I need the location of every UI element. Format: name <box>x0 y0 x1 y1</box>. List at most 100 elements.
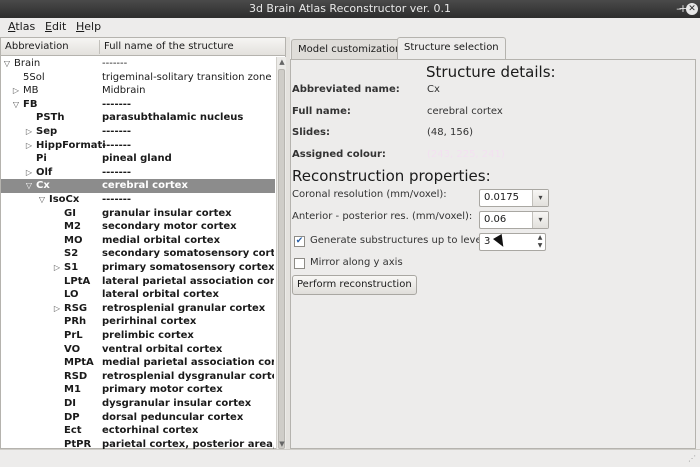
tree-row[interactable]: ▽ Cx cerebral cortex <box>1 179 275 193</box>
tab-model-customization[interactable]: Model customization <box>291 39 409 59</box>
tree-row[interactable]: ▽ IsoCx ------- <box>1 193 275 207</box>
collapsed-arrow-icon[interactable]: ▷ <box>53 261 61 275</box>
assigned-colour-value: (243, 225, 241) <box>427 149 505 160</box>
spin-down-icon[interactable]: ▼ <box>535 242 545 250</box>
tree-row-abbreviation: MO <box>64 234 83 246</box>
tree-row[interactable]: MPtA medial parietal association cortex <box>1 356 275 370</box>
tree-row-full-name: pineal gland <box>102 153 172 165</box>
tree-row-full-name: lateral orbital cortex <box>102 289 219 301</box>
tree-row-full-name: ventral orbital cortex <box>102 343 223 355</box>
tree-row-abbreviation: RSD <box>64 370 88 382</box>
tree-row-abbreviation: DP <box>64 411 80 423</box>
structure-tree[interactable]: Abbreviation Full name of the structure … <box>0 37 286 449</box>
tree-row-abbreviation: S2 <box>64 248 79 260</box>
collapsed-arrow-icon[interactable]: ▷ <box>12 84 20 98</box>
chevron-down-icon[interactable]: ▾ <box>532 190 548 206</box>
scroll-thumb[interactable] <box>278 69 285 449</box>
assigned-colour-label: Assigned colour: <box>292 149 386 160</box>
tree-row-abbreviation: PtPR <box>64 438 92 449</box>
tree-row[interactable]: MO medial orbital cortex <box>1 234 275 248</box>
expanded-arrow-icon[interactable]: ▽ <box>3 57 11 71</box>
tree-row[interactable]: DI dysgranular insular cortex <box>1 397 275 411</box>
tree-row[interactable]: PrL prelimbic cortex <box>1 329 275 343</box>
tree-row-full-name: Midbrain <box>102 85 146 97</box>
tree-row[interactable]: ▷ HippFormati ------- <box>1 139 275 153</box>
tree-row-abbreviation: MPtA <box>64 357 94 369</box>
tree-row-abbreviation: FB <box>23 98 38 110</box>
collapsed-arrow-icon[interactable]: ▷ <box>25 125 33 139</box>
tree-row-full-name: ------- <box>102 166 132 178</box>
tree-row[interactable]: PRh perirhinal cortex <box>1 315 275 329</box>
tree-row-full-name: ------- <box>102 194 132 205</box>
menu-help[interactable]: Help <box>74 18 103 36</box>
tree-row[interactable]: S2 secondary somatosensory cortex <box>1 247 275 261</box>
tree-row[interactable]: PSTh parasubthalamic nucleus <box>1 111 275 125</box>
tree-row[interactable]: GI granular insular cortex <box>1 207 275 221</box>
perform-reconstruction-button[interactable]: Perform reconstruction <box>292 275 417 295</box>
expanded-arrow-icon[interactable]: ▽ <box>38 193 46 207</box>
status-bar <box>0 449 700 467</box>
tab-structure-selection[interactable]: Structure selection <box>397 37 506 59</box>
tree-row[interactable]: ▷ S1 primary somatosensory cortex <box>1 261 275 275</box>
tree-header: Abbreviation Full name of the structure <box>1 38 285 56</box>
anterior-posterior-combo[interactable]: 0.06 ▾ <box>479 211 549 229</box>
spin-up-icon[interactable]: ▲ <box>535 234 545 242</box>
collapsed-arrow-icon[interactable]: ▷ <box>25 139 33 153</box>
tree-row[interactable]: VO ventral orbital cortex <box>1 343 275 357</box>
tree-row[interactable]: Ect ectorhinal cortex <box>1 424 275 438</box>
tree-row[interactable]: DP dorsal peduncular cortex <box>1 411 275 425</box>
tree-row[interactable]: RSD retrosplenial dysgranular cortex <box>1 370 275 384</box>
coronal-resolution-combo[interactable]: 0.0175 ▾ <box>479 189 549 207</box>
expanded-arrow-icon[interactable]: ▽ <box>25 179 33 193</box>
tree-row[interactable]: ▷ RSG retrosplenial granular cortex <box>1 302 275 316</box>
tree-body: ▽ Brain ------- 5Sol trigeminal-solitary tra… <box>1 57 275 449</box>
column-divider[interactable] <box>99 40 100 54</box>
tree-row-abbreviation: Brain <box>14 58 41 69</box>
tree-row-full-name: retrosplenial dysgranular cortex <box>102 370 274 382</box>
tree-row-full-name: prelimbic cortex <box>102 330 194 341</box>
tree-row-abbreviation: M1 <box>64 384 81 396</box>
generate-substructures-checkbox[interactable]: ✔ <box>294 236 305 247</box>
main-window: 3d Brain Atlas Reconstructor ver. 0.1 – … <box>0 0 700 467</box>
tree-row-full-name: medial orbital cortex <box>102 234 221 246</box>
column-header-abbreviation[interactable]: Abbreviation <box>5 38 69 56</box>
tree-row[interactable]: M1 primary motor cortex <box>1 383 275 397</box>
substructure-level-spinbox[interactable]: 3 ▲ ▼ <box>479 233 546 251</box>
tree-row-full-name: secondary somatosensory cortex <box>102 248 274 260</box>
tree-row-abbreviation: M2 <box>64 221 81 233</box>
tree-row-abbreviation: HippFormati <box>36 139 106 151</box>
tree-scrollbar[interactable]: ▲ ▼ <box>276 57 286 449</box>
menu-edit[interactable]: Edit <box>43 18 68 36</box>
tree-row[interactable]: PtPR parietal cortex, posterior area, r <box>1 438 275 449</box>
tree-row-abbreviation: PRh <box>64 316 87 328</box>
tree-row-abbreviation: LPtA <box>64 275 91 287</box>
resize-grip-icon[interactable]: ⋰ <box>688 454 696 463</box>
tree-row-full-name: ------- <box>102 58 128 69</box>
chevron-down-icon[interactable]: ▾ <box>532 212 548 228</box>
menu-atlas[interactable]: Atlas <box>6 18 37 36</box>
mirror-y-axis-checkbox[interactable] <box>294 258 305 269</box>
tree-row[interactable]: M2 secondary motor cortex <box>1 220 275 234</box>
close-icon[interactable]: ✕ <box>686 3 698 15</box>
tree-row[interactable]: ▽ FB ------- <box>1 98 275 112</box>
tree-row[interactable]: ▽ Brain ------- <box>1 57 275 71</box>
tree-row[interactable]: ▷ Olf ------- <box>1 166 275 180</box>
structure-details-title: Structure details: <box>426 63 556 81</box>
structure-selection-pane: Structure details: Abbreviated name: Cx … <box>290 59 696 449</box>
expanded-arrow-icon[interactable]: ▽ <box>12 98 20 112</box>
tree-row[interactable]: 5Sol trigeminal-solitary transition zone <box>1 71 275 85</box>
title-bar[interactable]: 3d Brain Atlas Reconstructor ver. 0.1 – … <box>0 0 700 18</box>
slides-label: Slides: <box>292 127 330 138</box>
tree-row[interactable]: ▷ MB Midbrain <box>1 84 275 98</box>
tree-row[interactable]: ▷ Sep ------- <box>1 125 275 139</box>
tree-row[interactable]: LO lateral orbital cortex <box>1 288 275 302</box>
tree-row-abbreviation: Pi <box>36 153 47 165</box>
column-header-full-name[interactable]: Full name of the structure <box>104 38 234 56</box>
tree-row[interactable]: Pi pineal gland <box>1 152 275 166</box>
generate-substructures-label: Generate substructures up to level: <box>310 235 488 246</box>
full-name-value: cerebral cortex <box>427 106 503 117</box>
collapsed-arrow-icon[interactable]: ▷ <box>25 166 33 180</box>
tree-row[interactable]: LPtA lateral parietal association cortex <box>1 275 275 289</box>
tree-row-abbreviation: GI <box>64 207 76 219</box>
collapsed-arrow-icon[interactable]: ▷ <box>53 302 61 316</box>
